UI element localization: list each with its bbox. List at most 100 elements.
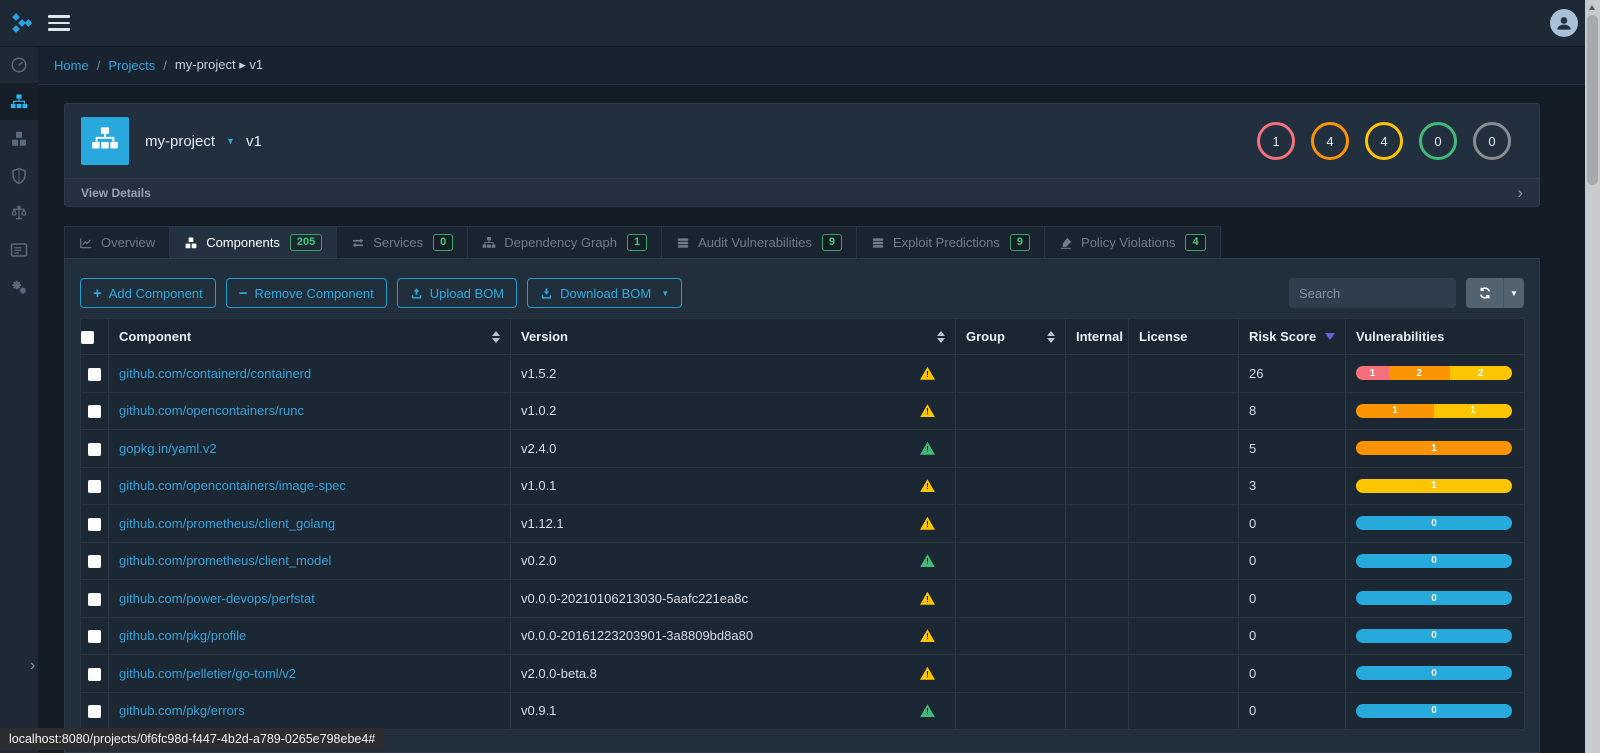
refresh-options-caret[interactable]: ▼	[1503, 278, 1524, 308]
tab-bar: OverviewComponents205Services0Dependency…	[64, 226, 1221, 259]
project-header: my-project ▼ v1 14400	[65, 104, 1539, 178]
internal-cell	[1066, 392, 1129, 430]
component-link[interactable]: github.com/pelletier/go-toml/v2	[119, 666, 296, 681]
risk-score: 0	[1239, 580, 1346, 618]
menu-toggle-icon[interactable]	[48, 11, 70, 35]
group-cell	[956, 617, 1066, 655]
sidebar-item-policy-management[interactable]	[0, 231, 38, 268]
risk-score: 0	[1239, 617, 1346, 655]
component-version: v1.12.1	[521, 516, 564, 531]
component-link[interactable]: github.com/power-devops/perfstat	[119, 591, 315, 606]
row-checkbox[interactable]	[88, 705, 101, 718]
row-checkbox[interactable]	[88, 443, 101, 456]
component-link[interactable]: github.com/opencontainers/runc	[119, 403, 304, 418]
download-icon	[540, 287, 553, 300]
vulnerabilities-bar: 122	[1356, 366, 1512, 380]
user-avatar[interactable]	[1550, 9, 1578, 37]
row-checkbox[interactable]	[88, 555, 101, 568]
shield-icon	[10, 167, 28, 185]
sidebar-item-components[interactable]	[0, 120, 38, 157]
tab-services[interactable]: Services0	[336, 226, 468, 259]
vulnerabilities-bar: 0	[1356, 629, 1512, 643]
latest-version-icon: !	[920, 704, 935, 717]
component-link[interactable]: github.com/pkg/errors	[119, 703, 245, 718]
sidebar-item-administration[interactable]	[0, 268, 38, 305]
outdated-version-icon: !	[920, 404, 935, 417]
row-checkbox[interactable]	[88, 593, 101, 606]
license-cell	[1129, 505, 1239, 543]
storage-icon	[871, 236, 885, 250]
main-content: my-project ▼ v1 14400 View Details › Ove…	[38, 85, 1585, 753]
scrollbar-thumb[interactable]	[1587, 15, 1598, 185]
row-checkbox[interactable]	[88, 668, 101, 681]
row-checkbox[interactable]	[88, 518, 101, 531]
vuln-segment-high: 1	[1356, 404, 1434, 418]
column-header-component[interactable]: Component	[109, 319, 511, 355]
tab-policy-violations[interactable]: Policy Violations4	[1044, 226, 1221, 259]
page-scrollbar[interactable]	[1585, 0, 1600, 753]
component-link[interactable]: gopkg.in/yaml.v2	[119, 441, 217, 456]
license-cell	[1129, 392, 1239, 430]
license-cell	[1129, 430, 1239, 468]
remove-component-button[interactable]: − Remove Component	[226, 278, 387, 308]
toolbar-right: ▼	[1289, 278, 1524, 308]
internal-cell	[1066, 355, 1129, 393]
components-table: Component Version Group Internal Licen	[80, 318, 1525, 730]
tab-dependency-graph[interactable]: Dependency Graph1	[467, 226, 662, 259]
component-version: v1.5.2	[521, 366, 556, 381]
tab-badge: 0	[433, 234, 453, 251]
group-cell	[956, 355, 1066, 393]
outdated-version-icon: !	[920, 592, 935, 605]
vuln-segment-info: 0	[1356, 666, 1512, 680]
download-bom-button[interactable]: Download BOM ▼	[527, 278, 682, 308]
add-component-button[interactable]: + Add Component	[80, 278, 216, 308]
group-cell	[956, 655, 1066, 693]
breadcrumb-current: my-project ▸ v1	[175, 57, 263, 73]
view-details-bar[interactable]: View Details ›	[65, 178, 1539, 206]
gears-icon	[10, 278, 28, 296]
component-link[interactable]: github.com/pkg/profile	[119, 628, 246, 643]
breadcrumb-separator: /	[97, 58, 101, 73]
caret-down-icon: ▼	[661, 289, 669, 298]
column-header-version[interactable]: Version	[511, 319, 956, 355]
upload-bom-button[interactable]: Upload BOM	[397, 278, 517, 308]
column-header-group[interactable]: Group	[956, 319, 1066, 355]
tab-overview[interactable]: Overview	[64, 226, 170, 259]
breadcrumb-home-link[interactable]: Home	[54, 58, 89, 73]
breadcrumb-projects-link[interactable]: Projects	[108, 58, 155, 73]
scroll-up-arrow-icon[interactable]	[1589, 5, 1595, 10]
component-link[interactable]: github.com/containerd/containerd	[119, 366, 311, 381]
component-link[interactable]: github.com/opencontainers/image-spec	[119, 478, 346, 493]
column-header-risk-score[interactable]: Risk Score	[1239, 319, 1346, 355]
internal-cell	[1066, 430, 1129, 468]
sidebar-item-projects[interactable]	[0, 83, 38, 120]
search-input[interactable]	[1289, 278, 1456, 308]
license-cell	[1129, 355, 1239, 393]
row-checkbox[interactable]	[88, 405, 101, 418]
sidebar-item-dashboard[interactable]	[0, 46, 38, 83]
component-link[interactable]: github.com/prometheus/client_golang	[119, 516, 335, 531]
vulnerabilities-bar: 1	[1356, 441, 1512, 455]
tab-components[interactable]: Components205	[169, 226, 337, 259]
cubes-icon	[184, 236, 198, 250]
sidebar-item-licenses[interactable]	[0, 194, 38, 231]
sidebar-item-vulnerabilities[interactable]	[0, 157, 38, 194]
license-cell	[1129, 467, 1239, 505]
tab-audit-vulnerabilities[interactable]: Audit Vulnerabilities9	[661, 226, 857, 259]
breadcrumb: Home / Projects / my-project ▸ v1	[38, 46, 1585, 85]
row-checkbox[interactable]	[88, 480, 101, 493]
group-cell	[956, 542, 1066, 580]
row-checkbox[interactable]	[88, 630, 101, 643]
link-preview-statusbar: localhost:8080/projects/0f6fc98d-f447-4b…	[0, 728, 384, 750]
refresh-button[interactable]	[1466, 278, 1503, 308]
select-all-checkbox[interactable]	[81, 331, 94, 344]
tab-exploit-predictions[interactable]: Exploit Predictions9	[856, 226, 1045, 259]
project-version: v1	[246, 133, 262, 150]
row-checkbox[interactable]	[88, 368, 101, 381]
project-caret-down-icon[interactable]: ▼	[226, 136, 235, 146]
table-row: github.com/opencontainers/image-specv1.0…	[81, 467, 1525, 505]
vuln-segment-info: 0	[1356, 629, 1512, 643]
component-link[interactable]: github.com/prometheus/client_model	[119, 553, 331, 568]
dependency-track-logo[interactable]	[11, 12, 33, 34]
sidebar-minimize-chevron-icon[interactable]: ›	[30, 657, 35, 675]
